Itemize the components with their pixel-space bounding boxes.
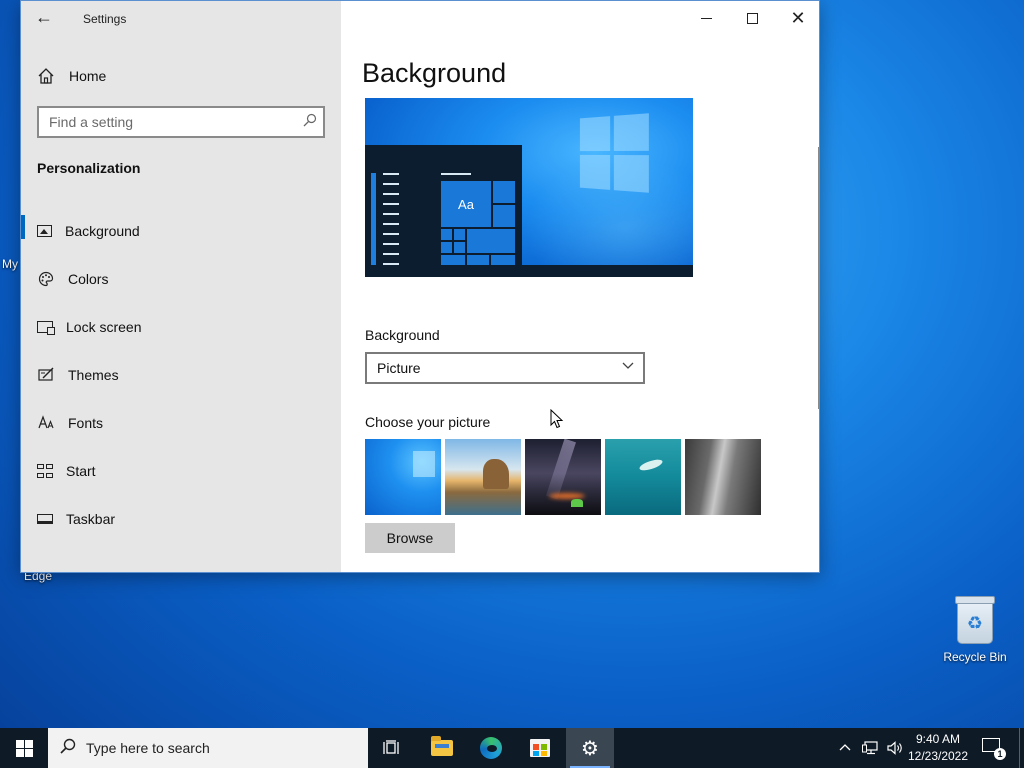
sidebar-item-label: Taskbar xyxy=(66,511,116,527)
background-type-value: Picture xyxy=(377,360,421,376)
store-icon xyxy=(530,739,550,757)
clock-time: 9:40 AM xyxy=(915,732,961,746)
search-icon xyxy=(303,113,317,130)
windows-logo-icon xyxy=(15,739,33,757)
picture-thumbnails xyxy=(365,439,761,515)
maximize-icon xyxy=(746,12,758,24)
start-icon xyxy=(37,463,53,479)
search-icon xyxy=(60,738,76,759)
windows-logo-preview xyxy=(579,113,649,193)
preview-tile-text: Aa xyxy=(441,181,491,227)
sidebar-item-colors[interactable]: Colors xyxy=(21,255,341,303)
clock-date: 12/23/2022 xyxy=(907,749,969,763)
maximize-button[interactable] xyxy=(729,1,775,35)
taskbar: ⚙ 9:40 AM 12/23/2022 1 xyxy=(0,728,1024,768)
folder-icon xyxy=(431,736,453,756)
home-icon xyxy=(37,67,55,85)
picture-thumbnail[interactable] xyxy=(525,439,601,515)
settings-search-input[interactable] xyxy=(49,114,289,130)
store-button[interactable] xyxy=(516,728,564,768)
browse-button[interactable]: Browse xyxy=(365,523,455,553)
themes-icon xyxy=(37,367,55,383)
sidebar-item-lock-screen[interactable]: Lock screen xyxy=(21,303,341,351)
recycle-bin-icon: ♻ xyxy=(955,596,995,644)
taskbar-search[interactable] xyxy=(48,728,368,768)
sidebar-item-label: Lock screen xyxy=(66,319,142,335)
image-icon xyxy=(37,225,52,237)
sidebar-home[interactable]: Home xyxy=(37,65,106,87)
start-button[interactable] xyxy=(0,728,48,768)
settings-taskbar-button[interactable]: ⚙ xyxy=(566,728,614,768)
sidebar-item-label: Themes xyxy=(68,367,119,383)
sidebar-item-label: Fonts xyxy=(68,415,104,431)
sidebar-item-start[interactable]: Start xyxy=(21,447,341,495)
sidebar-nav: Background Colors Lock screen Themes Fon… xyxy=(21,207,341,543)
home-label: Home xyxy=(69,68,107,84)
show-desktop-button[interactable] xyxy=(1019,728,1020,768)
close-button[interactable]: ✕ xyxy=(775,1,821,35)
app-title: Settings xyxy=(83,12,127,26)
network-button[interactable] xyxy=(862,728,880,768)
fonts-icon xyxy=(37,415,55,431)
background-preview: Aa xyxy=(365,98,693,277)
lock-screen-icon xyxy=(37,321,55,335)
sidebar-item-taskbar[interactable]: Taskbar xyxy=(21,495,341,543)
sidebar-item-background[interactable]: Background xyxy=(21,207,341,255)
palette-icon xyxy=(37,271,55,287)
action-center-button[interactable]: 1 xyxy=(982,738,1006,760)
picture-thumbnail[interactable] xyxy=(445,439,521,515)
sidebar-item-themes[interactable]: Themes xyxy=(21,351,341,399)
settings-window: ← Settings ✕ Home Personalization Backgr… xyxy=(20,0,820,573)
title-bar[interactable]: ← Settings ✕ xyxy=(21,1,819,35)
speaker-icon xyxy=(887,741,902,755)
picture-thumbnail[interactable] xyxy=(365,439,441,515)
settings-search[interactable] xyxy=(37,106,325,138)
desktop-peek-label: My xyxy=(2,257,18,271)
sidebar-item-fonts[interactable]: Fonts xyxy=(21,399,341,447)
chevron-down-icon xyxy=(621,358,635,375)
section-title: Personalization xyxy=(37,160,141,176)
gear-icon: ⚙ xyxy=(581,737,599,760)
choose-picture-label: Choose your picture xyxy=(365,414,491,430)
taskbar-icon xyxy=(37,514,53,524)
content-scrollbar[interactable] xyxy=(818,147,820,409)
recycle-bin-shortcut[interactable]: ♻ Recycle Bin xyxy=(940,596,1010,664)
task-view-button[interactable] xyxy=(368,728,416,768)
volume-button[interactable] xyxy=(886,728,904,768)
notification-count: 1 xyxy=(994,748,1006,760)
back-arrow-icon: ← xyxy=(35,7,53,27)
preview-start-menu: Aa xyxy=(365,145,522,277)
background-type-dropdown[interactable]: Picture xyxy=(365,352,645,384)
picture-thumbnail[interactable] xyxy=(605,439,681,515)
clock[interactable]: 9:40 AM 12/23/2022 xyxy=(906,731,970,765)
picture-thumbnail[interactable] xyxy=(685,439,761,515)
recycle-bin-label: Recycle Bin xyxy=(943,650,1007,664)
minimize-button[interactable] xyxy=(683,1,729,35)
edge-icon xyxy=(480,737,502,759)
close-icon: ✕ xyxy=(790,8,806,28)
taskbar-search-input[interactable] xyxy=(86,740,356,756)
minimize-icon xyxy=(700,17,712,19)
page-title: Background xyxy=(362,58,507,88)
chevron-up-icon xyxy=(839,744,851,751)
mouse-cursor-icon xyxy=(550,408,564,434)
task-view-icon xyxy=(383,740,399,754)
back-button[interactable]: ← xyxy=(31,6,57,30)
edge-button[interactable] xyxy=(467,728,515,768)
file-explorer-button[interactable] xyxy=(418,728,466,768)
sidebar-item-label: Background xyxy=(65,223,140,239)
network-icon xyxy=(862,741,878,755)
sidebar-item-label: Start xyxy=(66,463,96,479)
show-hidden-icons-button[interactable] xyxy=(838,728,852,768)
sidebar-item-label: Colors xyxy=(68,271,109,287)
background-type-label: Background xyxy=(365,327,440,343)
